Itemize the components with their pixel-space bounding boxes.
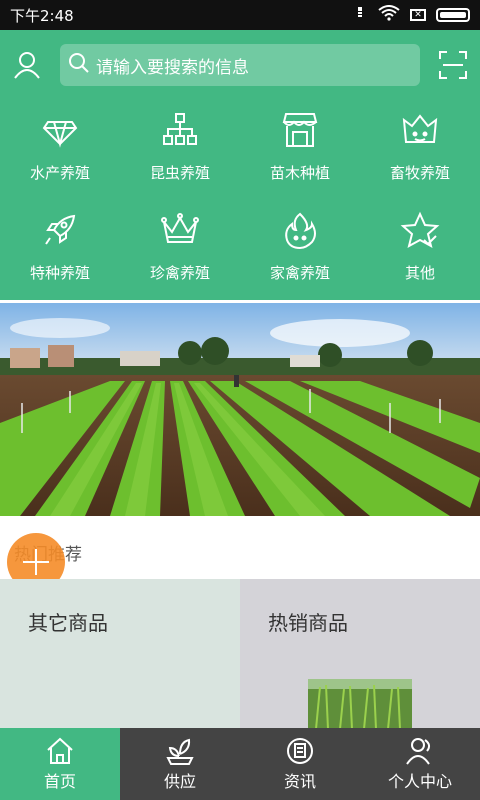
status-bar: 下午2:48 ✕ xyxy=(0,0,480,30)
search-placeholder: 请输入要搜索的信息 xyxy=(96,57,249,78)
category-special[interactable]: 特种养殖 xyxy=(0,210,120,300)
flame-icon xyxy=(280,210,320,250)
search-icon xyxy=(68,52,90,78)
person-icon xyxy=(405,736,435,766)
news-icon xyxy=(285,736,315,766)
category-label: 昆虫养殖 xyxy=(149,164,210,182)
category-label: 特种养殖 xyxy=(29,264,90,282)
tab-label: 供应 xyxy=(163,772,196,791)
tab-label: 个人中心 xyxy=(387,772,452,791)
mute-icon xyxy=(352,5,368,25)
search-row: 请输入要搜索的信息 xyxy=(0,30,480,100)
category-label: 家禽养殖 xyxy=(269,264,330,282)
search-input[interactable]: 请输入要搜索的信息 xyxy=(60,44,420,86)
category-poultry[interactable]: 家禽养殖 xyxy=(240,210,360,300)
product-thumbnail xyxy=(308,679,412,729)
category-nursery[interactable]: 苗木种植 xyxy=(240,110,360,200)
tab-home[interactable]: 首页 xyxy=(0,728,120,800)
category-label: 畜牧养殖 xyxy=(389,164,450,182)
rocket-icon xyxy=(40,210,80,250)
battery-icon xyxy=(436,8,470,22)
home-icon xyxy=(45,736,75,766)
banner-image[interactable] xyxy=(0,303,480,516)
header: 请输入要搜索的信息 水产养殖 昆虫养殖 苗木种植 畜牧养殖 特种养殖 珍禽养殖 … xyxy=(0,30,480,300)
sprout-icon xyxy=(165,736,195,766)
crown-face-icon xyxy=(400,110,440,150)
category-label: 水产养殖 xyxy=(29,164,90,182)
category-grid: 水产养殖 昆虫养殖 苗木种植 畜牧养殖 特种养殖 珍禽养殖 家禽养殖 其他 xyxy=(0,110,480,300)
star-icon xyxy=(400,210,440,250)
category-other[interactable]: 其他 xyxy=(360,210,480,300)
category-rare-birds[interactable]: 珍禽养殖 xyxy=(120,210,240,300)
status-time: 下午2:48 xyxy=(10,6,74,25)
category-insect[interactable]: 昆虫养殖 xyxy=(120,110,240,200)
category-livestock[interactable]: 畜牧养殖 xyxy=(360,110,480,200)
wifi-icon xyxy=(378,5,400,25)
tab-profile[interactable]: 个人中心 xyxy=(360,728,480,800)
shop-icon xyxy=(280,110,320,150)
tab-label: 资讯 xyxy=(283,772,316,791)
user-icon[interactable] xyxy=(12,50,42,80)
card-title: 热销商品 xyxy=(268,611,348,635)
category-label: 珍禽养殖 xyxy=(149,264,210,282)
scan-icon[interactable] xyxy=(438,50,468,80)
status-icons: ✕ xyxy=(352,5,470,25)
crown-icon xyxy=(160,210,200,250)
product-card-other[interactable]: 其它商品 xyxy=(0,579,240,729)
card-title: 其它商品 xyxy=(28,611,108,635)
category-aquaculture[interactable]: 水产养殖 xyxy=(0,110,120,200)
tab-label: 首页 xyxy=(43,772,76,791)
category-label: 其他 xyxy=(404,264,435,282)
product-card-hot[interactable]: 热销商品 xyxy=(240,579,480,729)
tab-supply[interactable]: 供应 xyxy=(120,728,240,800)
sim-icon: ✕ xyxy=(410,9,426,21)
diamond-icon xyxy=(40,110,80,150)
category-label: 苗木种植 xyxy=(269,164,330,182)
network-icon xyxy=(160,110,200,150)
tab-news[interactable]: 资讯 xyxy=(240,728,360,800)
bottom-tab-bar: 首页 供应 资讯 个人中心 xyxy=(0,728,480,800)
